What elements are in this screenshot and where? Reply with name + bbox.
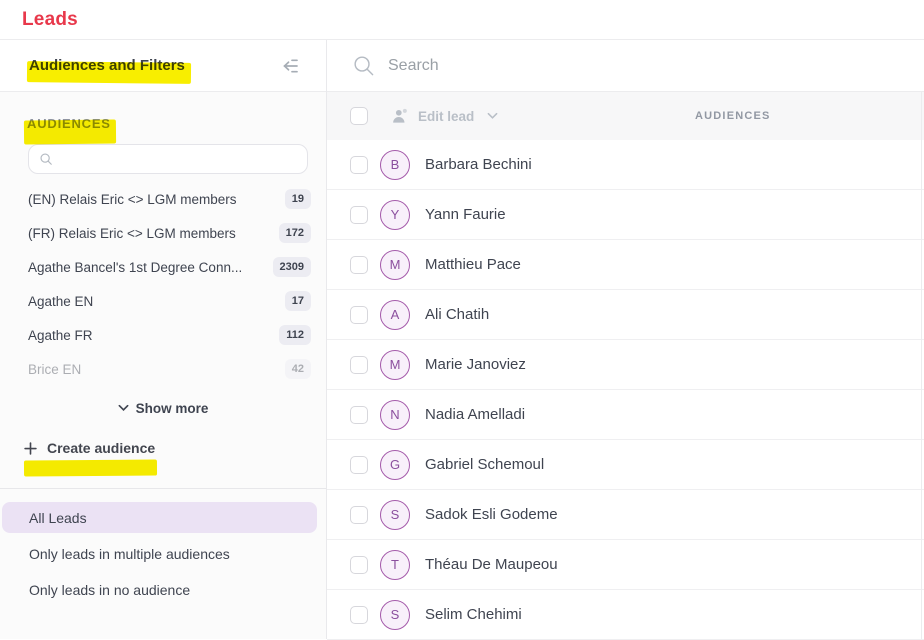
audience-name: Agathe Bancel's 1st Degree Conn... (28, 260, 242, 275)
lead-avatar: A (380, 300, 410, 330)
collapse-panel-icon[interactable] (280, 55, 302, 77)
lead-filter-list: All Leads Only leads in multiple audienc… (0, 502, 326, 605)
lead-avatar: T (380, 550, 410, 580)
lead-filter-label: Only leads in multiple audiences (29, 546, 230, 562)
lead-avatar: B (380, 150, 410, 180)
audience-name: Agathe EN (28, 294, 93, 309)
lead-row[interactable]: S Sadok Esli Godeme (327, 490, 924, 540)
audience-search-input[interactable] (61, 152, 297, 167)
audience-name: Agathe FR (28, 328, 93, 343)
lead-row[interactable]: M Matthieu Pace (327, 240, 924, 290)
lead-filter-item[interactable]: All Leads (2, 502, 317, 533)
show-more-button[interactable]: Show more (0, 398, 326, 418)
edit-lead-person-icon (392, 108, 409, 124)
lead-name: Nadia Amelladi (425, 406, 525, 423)
lead-name: Selim Chehimi (425, 606, 522, 623)
edit-lead-label: Edit lead (418, 109, 474, 124)
audience-name: (EN) Relais Eric <> LGM members (28, 192, 237, 207)
lead-avatar: S (380, 500, 410, 530)
lead-checkbox[interactable] (350, 356, 368, 374)
lead-avatar: S (380, 600, 410, 630)
leads-table-body: B Barbara Bechini Y Yann Faurie M Matthi… (327, 140, 924, 640)
search-icon (352, 54, 375, 77)
sidebar-header: Audiences and Filters (0, 40, 326, 92)
lead-avatar: G (380, 450, 410, 480)
edit-lead-button[interactable]: Edit lead (392, 108, 498, 124)
lead-avatar: N (380, 400, 410, 430)
lead-avatar: M (380, 250, 410, 280)
lead-checkbox[interactable] (350, 406, 368, 424)
audience-item[interactable]: Agathe FR 112 (0, 318, 326, 352)
lead-filter-item[interactable]: Only leads in no audience (2, 574, 317, 605)
lead-name: Théau De Maupeou (425, 556, 558, 573)
leads-table-header: Edit lead AUDIENCES (327, 92, 924, 140)
lead-checkbox[interactable] (350, 256, 368, 274)
lead-avatar: Y (380, 200, 410, 230)
audiences-heading: AUDIENCES (27, 116, 326, 131)
lead-avatar: M (380, 350, 410, 380)
audience-item[interactable]: Agathe Bancel's 1st Degree Conn... 2309 (0, 250, 326, 284)
page-title: Leads (22, 9, 78, 31)
top-bar: Leads (0, 0, 924, 40)
lead-checkbox[interactable] (350, 506, 368, 524)
lead-row[interactable]: A Ali Chatih (327, 290, 924, 340)
lead-row[interactable]: S Selim Chehimi (327, 590, 924, 640)
lead-checkbox[interactable] (350, 306, 368, 324)
audience-count-badge: 17 (285, 291, 311, 311)
select-all-checkbox[interactable] (350, 107, 368, 125)
show-more-label: Show more (136, 401, 209, 416)
lead-row[interactable]: G Gabriel Schemoul (327, 440, 924, 490)
lead-row[interactable]: N Nadia Amelladi (327, 390, 924, 440)
audience-item[interactable]: Agathe EN 17 (0, 284, 326, 318)
lead-filter-item[interactable]: Only leads in multiple audiences (2, 538, 317, 569)
lead-name: Barbara Bechini (425, 156, 532, 173)
lead-row[interactable]: B Barbara Bechini (327, 140, 924, 190)
lead-name: Matthieu Pace (425, 256, 521, 273)
audience-count-badge: 2309 (273, 257, 311, 277)
lead-name: Ali Chatih (425, 306, 489, 323)
sidebar-header-title: Audiences and Filters (29, 57, 185, 74)
lead-checkbox[interactable] (350, 206, 368, 224)
sidebar: Audiences and Filters AUDIENCES (0, 40, 327, 639)
lead-name: Yann Faurie (425, 206, 506, 223)
lead-row[interactable]: T Théau De Maupeou (327, 540, 924, 590)
audience-search-box[interactable] (28, 144, 308, 174)
search-icon (39, 152, 53, 166)
sidebar-body: AUDIENCES (EN) Relais Eric <> LGM member… (0, 92, 326, 639)
audience-name: (FR) Relais Eric <> LGM members (28, 226, 236, 241)
lead-checkbox[interactable] (350, 606, 368, 624)
audience-item[interactable]: (FR) Relais Eric <> LGM members 172 (0, 216, 326, 250)
lead-name: Gabriel Schemoul (425, 456, 544, 473)
create-audience-label: Create audience (47, 440, 155, 456)
chevron-down-icon (118, 404, 129, 412)
chevron-down-icon (487, 112, 498, 120)
audience-count-badge: 19 (285, 189, 311, 209)
lead-name: Sadok Esli Godeme (425, 506, 558, 523)
leads-panel: Edit lead AUDIENCES B Barbara Bechini (327, 40, 924, 639)
audience-list: (EN) Relais Eric <> LGM members 19 (FR) … (0, 182, 326, 386)
lead-filter-label: Only leads in no audience (29, 582, 190, 598)
audience-item[interactable]: Brice EN 42 (0, 352, 326, 386)
lead-checkbox[interactable] (350, 556, 368, 574)
lead-checkbox[interactable] (350, 156, 368, 174)
lead-checkbox[interactable] (350, 456, 368, 474)
lead-filter-label: All Leads (29, 510, 87, 526)
audience-count-badge: 112 (279, 325, 311, 345)
audience-count-badge: 42 (285, 359, 311, 379)
plus-icon (24, 442, 37, 455)
audiences-column-header: AUDIENCES (695, 110, 771, 122)
create-audience-button[interactable]: Create audience (24, 440, 326, 456)
audience-count-badge: 172 (279, 223, 311, 243)
leads-search-input[interactable] (388, 57, 808, 75)
audience-name: Brice EN (28, 362, 81, 377)
lead-row[interactable]: M Marie Janoviez (327, 340, 924, 390)
lead-row[interactable]: Y Yann Faurie (327, 190, 924, 240)
column-edge-divider (921, 92, 922, 639)
lead-name: Marie Janoviez (425, 356, 526, 373)
sidebar-divider (0, 488, 326, 489)
leads-search-bar[interactable] (327, 40, 924, 92)
audience-item[interactable]: (EN) Relais Eric <> LGM members 19 (0, 182, 326, 216)
